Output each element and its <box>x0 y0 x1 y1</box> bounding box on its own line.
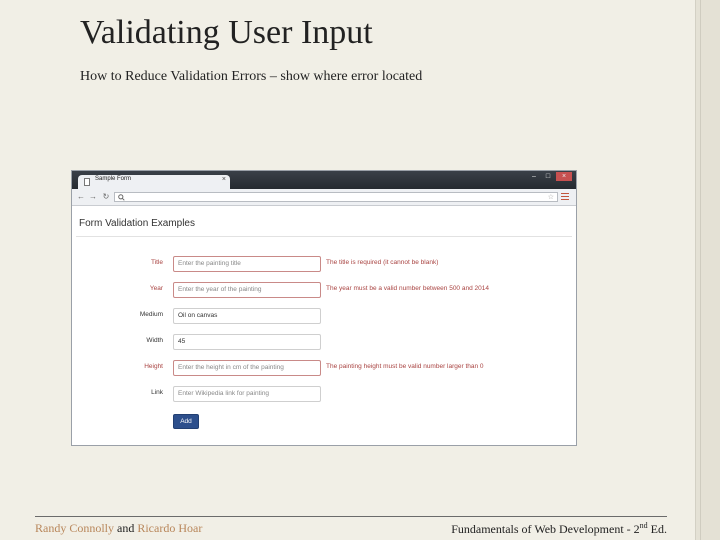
search-icon <box>118 194 125 201</box>
book-title-main: Fundamentals of Web Development - 2 <box>451 522 640 536</box>
page-content: Form Validation Examples Title Enter the… <box>72 206 576 445</box>
browser-titlebar: Sample Form × – □ × <box>72 171 576 189</box>
forward-arrow-icon[interactable]: → <box>88 191 98 202</box>
width-field[interactable]: 45 <box>173 334 321 350</box>
footer-authors: Randy Connolly and Ricardo Hoar <box>35 521 202 536</box>
height-field[interactable]: Enter the height in cm of the painting <box>173 360 321 376</box>
medium-label: Medium <box>139 311 163 318</box>
tab-title: Sample Form <box>95 176 132 182</box>
form-row-medium: Medium Oil on canvas <box>72 308 576 324</box>
menu-icon[interactable] <box>561 193 569 201</box>
browser-screenshot: Sample Form × – □ × ← → ↻ ☆ Form Validat… <box>72 171 576 445</box>
link-field[interactable]: Enter Wikipedia link for painting <box>173 386 321 402</box>
author-name: Randy Connolly <box>35 521 115 535</box>
add-button[interactable]: Add <box>173 414 199 429</box>
footer-divider <box>35 516 667 517</box>
medium-field[interactable]: Oil on canvas <box>173 308 321 324</box>
title-field[interactable]: Enter the painting title <box>173 256 321 272</box>
back-arrow-icon[interactable]: ← <box>76 191 86 202</box>
bookmark-star-icon[interactable]: ☆ <box>548 193 554 202</box>
reload-icon[interactable]: ↻ <box>101 191 111 202</box>
browser-tab[interactable]: Sample Form × <box>78 175 230 189</box>
browser-toolbar: ← → ↻ ☆ <box>72 189 576 206</box>
form-row-link: Link Enter Wikipedia link for painting <box>72 386 576 402</box>
width-label: Width <box>146 337 163 344</box>
tab-close-icon[interactable]: × <box>222 176 226 183</box>
heading-divider <box>76 236 572 237</box>
author-conjunction: and <box>114 521 138 535</box>
footer-book-title: Fundamentals of Web Development - 2nd Ed… <box>451 521 667 537</box>
book-title-end: Ed. <box>647 522 667 536</box>
form-row-height: Height Enter the height in cm of the pai… <box>72 360 576 376</box>
link-label: Link <box>151 389 163 396</box>
height-error-message: The painting height must be valid number… <box>326 363 484 370</box>
year-field[interactable]: Enter the year of the painting <box>173 282 321 298</box>
form-row-width: Width 45 <box>72 334 576 350</box>
minimize-icon[interactable]: – <box>528 172 540 181</box>
slide-subtitle: How to Reduce Validation Errors – show w… <box>80 69 423 84</box>
form-row-title: Title Enter the painting title The title… <box>72 256 576 272</box>
author-name: Ricardo Hoar <box>137 521 203 535</box>
slide-right-bar <box>695 0 720 540</box>
year-error-message: The year must be a valid number between … <box>326 285 489 292</box>
slide-title: Validating User Input <box>80 14 373 51</box>
maximize-icon[interactable]: □ <box>542 172 554 181</box>
book-edition-suffix: nd <box>639 521 648 530</box>
title-error-message: The title is required (it cannot be blan… <box>326 259 439 266</box>
height-label: Height <box>144 363 163 370</box>
title-label: Title <box>150 259 163 266</box>
address-bar[interactable]: ☆ <box>114 192 558 202</box>
form-heading: Form Validation Examples <box>79 218 195 229</box>
window-controls: – □ × <box>528 172 572 182</box>
form-row-year: Year Enter the year of the painting The … <box>72 282 576 298</box>
year-label: Year <box>149 285 163 292</box>
slide-right-bar-line <box>700 0 701 540</box>
document-icon <box>84 178 90 186</box>
window-close-icon[interactable]: × <box>556 172 572 181</box>
